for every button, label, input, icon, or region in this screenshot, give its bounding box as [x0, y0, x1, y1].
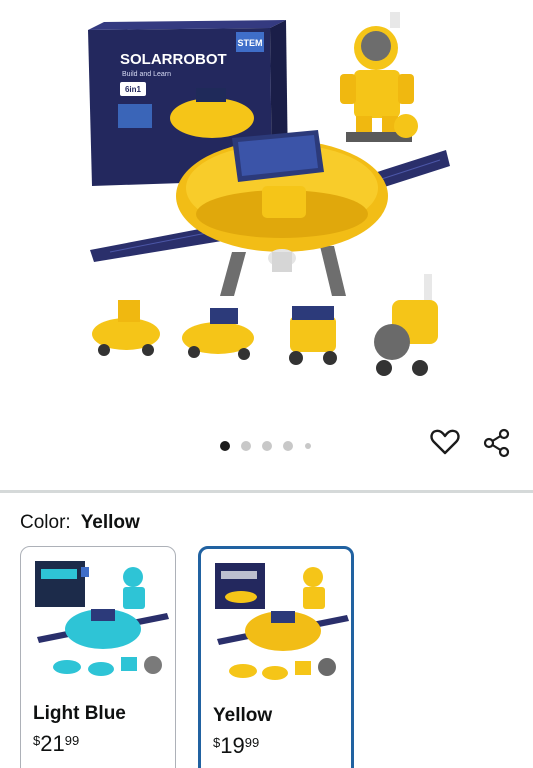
section-divider [0, 490, 533, 493]
color-label: Color: [20, 512, 71, 533]
box-count-badge: 6in1 [125, 85, 142, 94]
price-whole: 19 [220, 733, 245, 758]
color-swatch-light-blue[interactable]: Light Blue $2199 [20, 546, 176, 768]
price-fraction: 99 [244, 735, 260, 750]
heart-outline-icon [430, 429, 460, 455]
color-swatch-yellow[interactable]: Yellow $1999 [198, 546, 354, 768]
swatch-name: Light Blue [33, 703, 126, 724]
product-image[interactable]: STEM SOLARROBOT Build and Learn 6in1 [0, 0, 533, 490]
carousel-dot[interactable] [283, 441, 293, 451]
box-badge: STEM [237, 38, 262, 48]
color-selector-heading: Color: Yellow [20, 512, 140, 534]
swatch-price: $2199 [33, 731, 79, 757]
selected-color-value: Yellow [80, 512, 140, 533]
carousel-dot[interactable] [241, 441, 251, 451]
favorite-button[interactable] [430, 428, 464, 462]
mini-robot-4-illustration [374, 274, 438, 376]
share-icon [483, 428, 510, 458]
share-button[interactable] [482, 428, 516, 462]
swatch-price: $1999 [213, 733, 259, 759]
price-currency: $ [33, 733, 41, 748]
price-fraction: 99 [64, 733, 80, 748]
carousel-dot[interactable] [220, 441, 230, 451]
swatch-name: Yellow [213, 705, 273, 726]
swatch-thumbnail-light-blue [35, 561, 169, 676]
price-whole: 21 [40, 731, 65, 756]
box-subtitle: Build and Learn [122, 71, 171, 78]
mini-robot-3-illustration [289, 306, 337, 365]
mini-robot-2-illustration [182, 308, 254, 360]
swatch-thumbnail-yellow [215, 563, 349, 680]
astronaut-robot-illustration [340, 12, 418, 142]
carousel-dot[interactable] [262, 441, 272, 451]
carousel-dot[interactable] [305, 443, 311, 449]
mini-robot-1-illustration [92, 300, 160, 356]
price-currency: $ [213, 735, 221, 750]
box-title: SOLARROBOT [120, 51, 227, 68]
